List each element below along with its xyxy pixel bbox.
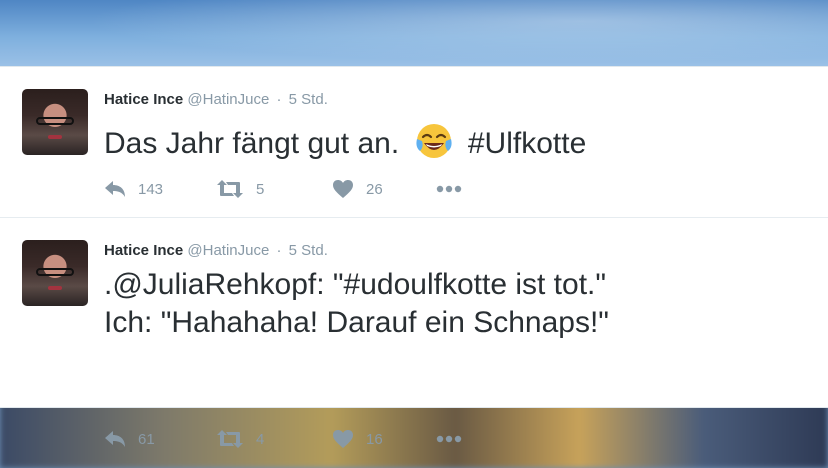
retweet-button[interactable]: 5 <box>216 180 332 198</box>
retweet-count: 4 <box>256 430 265 448</box>
avatar[interactable] <box>22 240 88 306</box>
background-top <box>0 0 828 70</box>
reply-count: 143 <box>138 180 164 198</box>
reply-count: 61 <box>138 430 155 448</box>
tweet-header: Hatice Ince @HatinJuce · 5 Std. <box>104 91 328 108</box>
user-name[interactable]: Hatice Ince <box>104 91 183 108</box>
reply-icon <box>105 431 125 447</box>
more-button[interactable] <box>436 185 462 193</box>
tweet-actions: 143 5 26 <box>104 179 462 199</box>
face-with-tears-of-joy-icon <box>415 124 452 158</box>
retweet-button[interactable]: 4 <box>216 430 332 448</box>
timestamp[interactable]: 5 Std. <box>289 91 328 108</box>
retweet-icon <box>217 430 243 448</box>
more-dots-icon <box>436 185 462 193</box>
avatar[interactable] <box>22 89 88 155</box>
retweet-count: 5 <box>256 180 265 198</box>
tweet-text-line: .@JuliaRehkopf: "#udoulfkotte ist tot." <box>104 268 607 301</box>
separator-dot: · <box>276 91 282 108</box>
more-button[interactable] <box>436 435 462 443</box>
more-dots-icon <box>436 435 462 443</box>
tweet[interactable]: Hatice Ince @HatinJuce · 5 Std. Das Jahr… <box>0 67 828 218</box>
like-button[interactable]: 16 <box>332 429 436 449</box>
user-handle[interactable]: @HatinJuce <box>187 242 269 259</box>
user-handle[interactable]: @HatinJuce <box>187 91 269 108</box>
like-count: 26 <box>366 180 383 198</box>
tweet-text: .@JuliaRehkopf: "#udoulfkotte ist tot." … <box>104 266 609 342</box>
tweet[interactable]: Hatice Ince @HatinJuce · 5 Std. .@JuliaR… <box>0 218 828 448</box>
hashtag[interactable]: #Ulfkotte <box>468 127 586 160</box>
tweet-text: Das Jahr fängt gut an. #Ulfkotte <box>104 121 586 163</box>
like-count: 16 <box>366 430 383 448</box>
reply-button[interactable]: 143 <box>104 180 216 198</box>
heart-icon <box>333 430 353 448</box>
tweet-list: Hatice Ince @HatinJuce · 5 Std. Das Jahr… <box>0 66 828 448</box>
tweet-actions: 61 4 16 <box>104 429 462 449</box>
separator-dot: · <box>276 242 282 259</box>
retweet-icon <box>217 180 243 198</box>
heart-icon <box>333 180 353 198</box>
tweet-text-line: Ich: "Hahahaha! Darauf ein Schnaps!" <box>104 306 609 339</box>
tweet-header: Hatice Ince @HatinJuce · 5 Std. <box>104 242 328 259</box>
like-button[interactable]: 26 <box>332 179 436 199</box>
timestamp[interactable]: 5 Std. <box>289 242 328 259</box>
reply-icon <box>105 181 125 197</box>
tweet-text-part: Das Jahr fängt gut an. <box>104 127 400 160</box>
reply-button[interactable]: 61 <box>104 430 216 448</box>
user-name[interactable]: Hatice Ince <box>104 242 183 259</box>
